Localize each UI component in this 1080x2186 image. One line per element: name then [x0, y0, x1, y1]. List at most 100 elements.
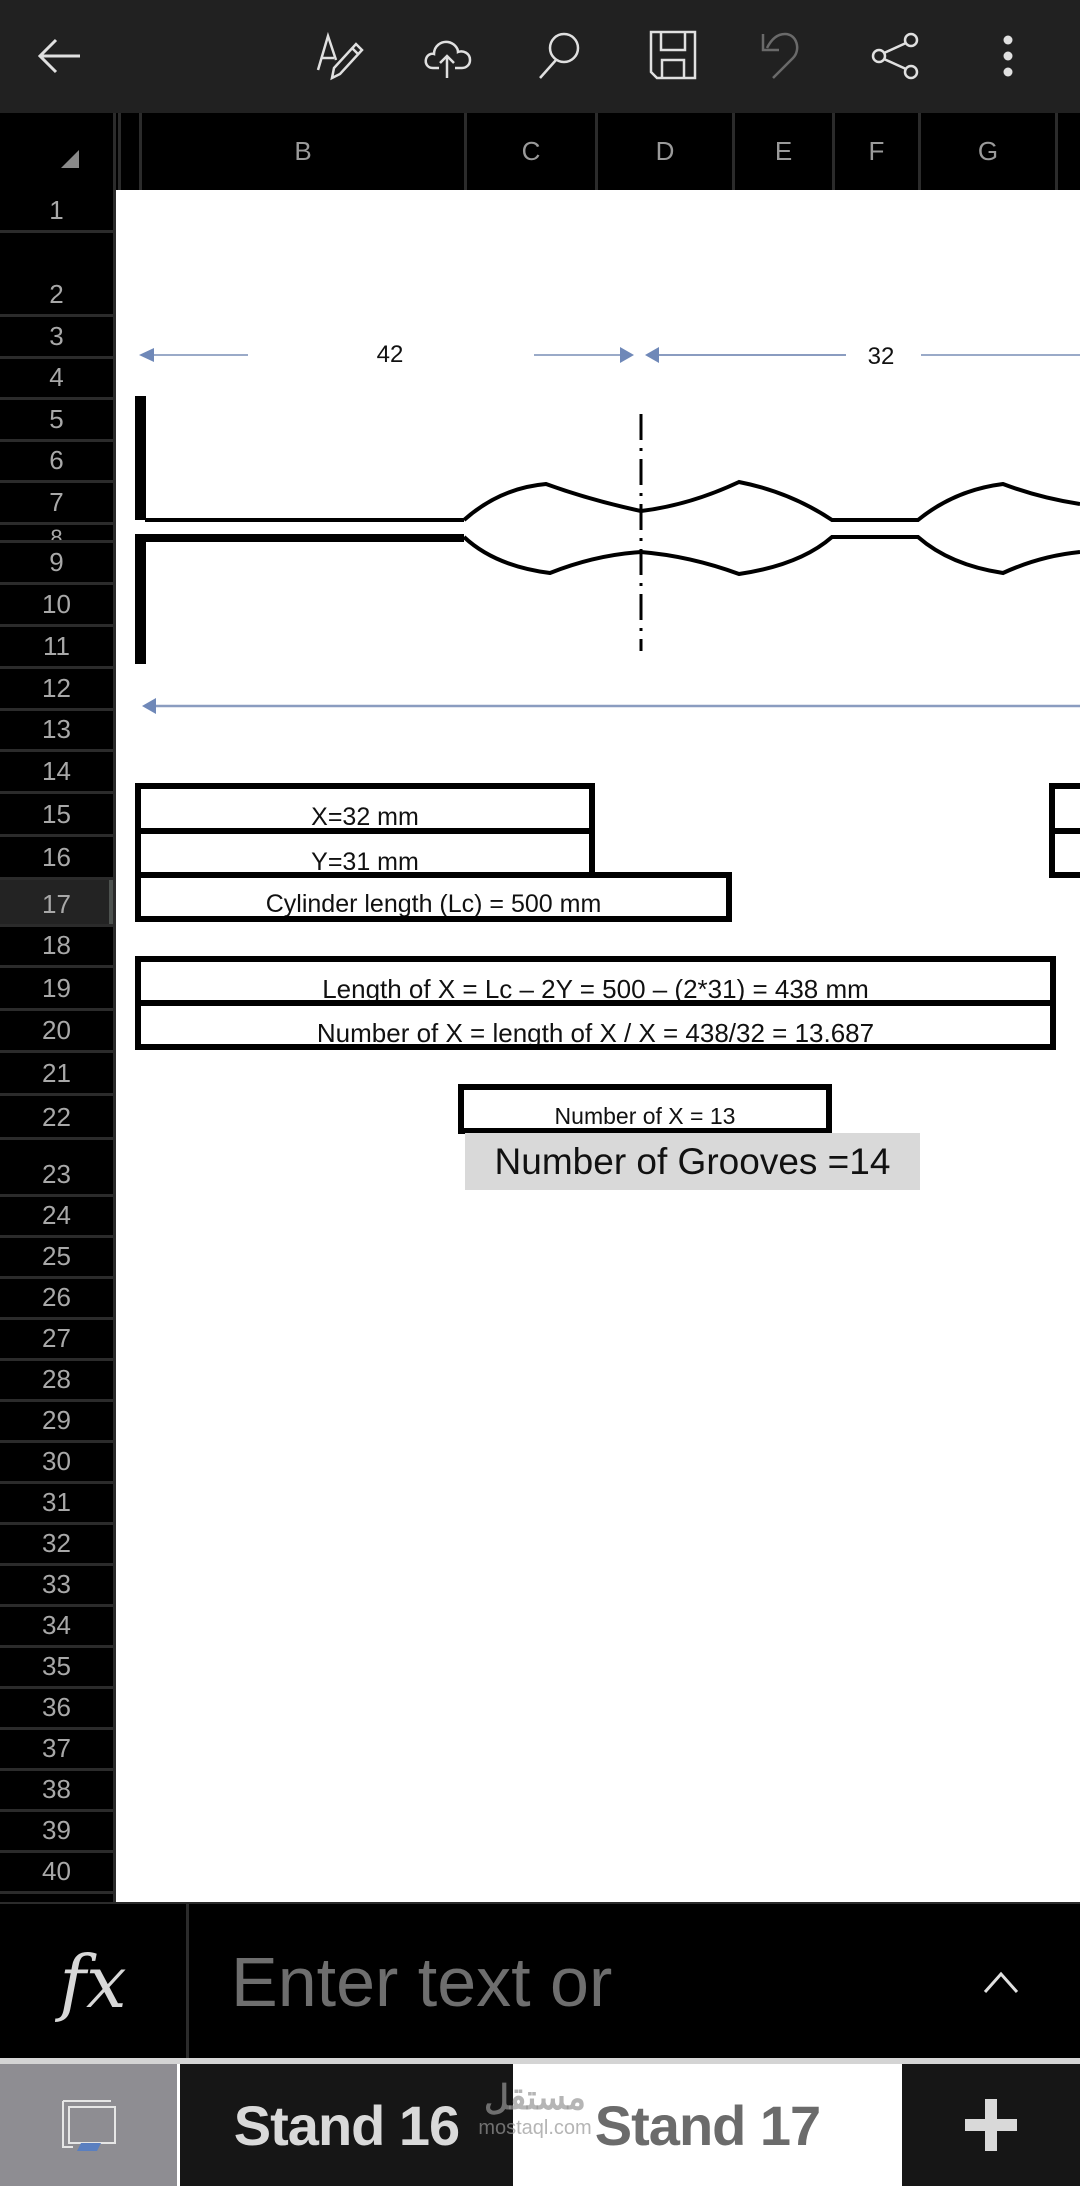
row-header-32[interactable]: 32: [0, 1525, 113, 1566]
row-header-20[interactable]: 20: [0, 1011, 113, 1053]
undo-button[interactable]: [745, 16, 825, 96]
sheet-tab-stand-16[interactable]: Stand 16: [180, 2064, 513, 2186]
length-of-x-box[interactable]: Length of X = Lc – 2Y = 500 – (2*31) = 4…: [135, 956, 1056, 1006]
column-header-f[interactable]: F: [832, 113, 918, 190]
sheet-grid[interactable]: 42 32 X=32 mm Y=31 mm Cylinder length (L…: [116, 190, 1080, 1902]
save-button[interactable]: [633, 16, 713, 96]
row-header-17[interactable]: 17: [0, 880, 113, 927]
row-header-8[interactable]: 8: [0, 525, 113, 543]
shaft-bottom-edge: [135, 534, 464, 542]
cylinder-length-text: Cylinder length (Lc) = 500 mm: [265, 890, 602, 918]
row-header-12[interactable]: 12: [0, 669, 113, 711]
sheet-tab-stand-17-active[interactable]: Stand 17: [513, 2064, 902, 2186]
column-header-h[interactable]: [1055, 113, 1080, 190]
y-value-box[interactable]: Y=31 mm: [135, 828, 595, 878]
cylinder-length-box[interactable]: Cylinder length (Lc) = 500 mm: [135, 872, 732, 922]
dim-arrowhead-left: [139, 348, 154, 362]
row-header-36[interactable]: 36: [0, 1689, 113, 1730]
sheet-tab-label: Stand 17: [594, 2093, 821, 2157]
row-header-40[interactable]: 40: [0, 1853, 113, 1894]
row-header-39[interactable]: 39: [0, 1812, 113, 1853]
row-header-25[interactable]: 25: [0, 1238, 113, 1279]
column-header-b[interactable]: B: [139, 113, 464, 190]
x-value-box[interactable]: X=32 mm: [135, 783, 595, 834]
row-header-6[interactable]: 6: [0, 442, 113, 483]
app-toolbar: [0, 0, 1080, 113]
cloud-upload-icon: [424, 40, 472, 78]
column-header-c[interactable]: C: [464, 113, 595, 190]
row-header-10[interactable]: 10: [0, 585, 113, 627]
row-header-9[interactable]: 9: [0, 543, 113, 585]
partial-box-bottom[interactable]: [1049, 828, 1080, 878]
save-floppy-icon: [649, 30, 697, 80]
sheet-tab-label: Stand 16: [233, 2093, 460, 2157]
search-button[interactable]: [520, 16, 600, 96]
sheet-switcher-button[interactable]: [0, 2064, 177, 2186]
number-of-grooves-text: Number of Grooves =14: [494, 1140, 891, 1182]
share-button[interactable]: [855, 16, 935, 96]
number-of-x-calc-text: Number of X = length of X / X = 438/32 =…: [316, 1018, 875, 1048]
row-header-15[interactable]: 15: [0, 794, 113, 837]
expand-formula-button[interactable]: [966, 1950, 1036, 2014]
upload-cloud-button[interactable]: [409, 16, 489, 96]
chevron-up-icon: [983, 1971, 1019, 1993]
row-header-1[interactable]: 1: [0, 190, 113, 233]
select-all-corner[interactable]: [0, 113, 116, 190]
dimension-label-42: 42: [377, 341, 404, 368]
row-header-26[interactable]: 26: [0, 1279, 113, 1320]
partial-box-top[interactable]: [1049, 783, 1080, 834]
number-of-x-calc-box[interactable]: Number of X = length of X / X = 438/32 =…: [135, 1000, 1056, 1050]
row-header-27[interactable]: 27: [0, 1320, 113, 1361]
edit-text-button[interactable]: [300, 16, 380, 96]
row-header-29[interactable]: 29: [0, 1402, 113, 1443]
column-header-d[interactable]: D: [595, 113, 732, 190]
row-header-11[interactable]: 11: [0, 627, 113, 669]
sheets-list-icon: [61, 2100, 116, 2151]
row-header-21[interactable]: 21: [0, 1053, 113, 1096]
back-button[interactable]: [20, 16, 100, 96]
text-edit-pencil-icon: [316, 31, 364, 81]
row-header-4[interactable]: 4: [0, 359, 113, 400]
row-header-13[interactable]: 13: [0, 711, 113, 752]
number-of-grooves-cell[interactable]: Number of Grooves =14: [465, 1133, 920, 1190]
groove-upper-profile: [462, 479, 1080, 522]
formula-input[interactable]: [189, 1904, 989, 2060]
row-header-33[interactable]: 33: [0, 1566, 113, 1607]
number-of-x-text: Number of X = 13: [554, 1103, 736, 1129]
more-options-button[interactable]: [968, 16, 1048, 96]
row-header-23[interactable]: 23: [0, 1140, 113, 1197]
row-header-14[interactable]: 14: [0, 752, 113, 794]
flange-top: [135, 396, 146, 520]
row-header[interactable]: [0, 1894, 113, 1902]
row-header-18[interactable]: 18: [0, 927, 113, 968]
row-header-16[interactable]: 16: [0, 837, 113, 880]
row-header-24[interactable]: 24: [0, 1197, 113, 1238]
row-header-7[interactable]: 7: [0, 483, 113, 525]
search-icon: [539, 32, 580, 79]
function-fx-button[interactable]: fx: [0, 1904, 189, 2060]
number-of-x-box[interactable]: Number of X = 13: [458, 1084, 832, 1134]
flange-bottom: [135, 534, 146, 664]
back-arrow-icon: [37, 38, 80, 74]
row-header-22[interactable]: 22: [0, 1096, 113, 1140]
row-header-35[interactable]: 35: [0, 1648, 113, 1689]
dim-arrowhead-left-2: [645, 347, 659, 363]
plus-icon: [965, 2099, 1017, 2151]
dimension-line-top: 42 32: [139, 341, 1080, 370]
row-header-30[interactable]: 30: [0, 1443, 113, 1484]
row-header-31[interactable]: 31: [0, 1484, 113, 1525]
row-header-19[interactable]: 19: [0, 968, 113, 1011]
row-header-34[interactable]: 34: [0, 1607, 113, 1648]
row-header-5[interactable]: 5: [0, 400, 113, 442]
column-header-e[interactable]: E: [732, 113, 832, 190]
row-header-38[interactable]: 38: [0, 1771, 113, 1812]
column-header-bar: B C D E F G: [0, 113, 1080, 193]
add-sheet-button[interactable]: [902, 2064, 1080, 2186]
column-header-g[interactable]: G: [918, 113, 1055, 190]
row-header-28[interactable]: 28: [0, 1361, 113, 1402]
row-header-3[interactable]: 3: [0, 317, 113, 359]
cylinder-profile: [135, 396, 1080, 664]
share-icon: [871, 32, 919, 80]
row-header-37[interactable]: 37: [0, 1730, 113, 1771]
row-header-2[interactable]: 2: [0, 233, 113, 317]
